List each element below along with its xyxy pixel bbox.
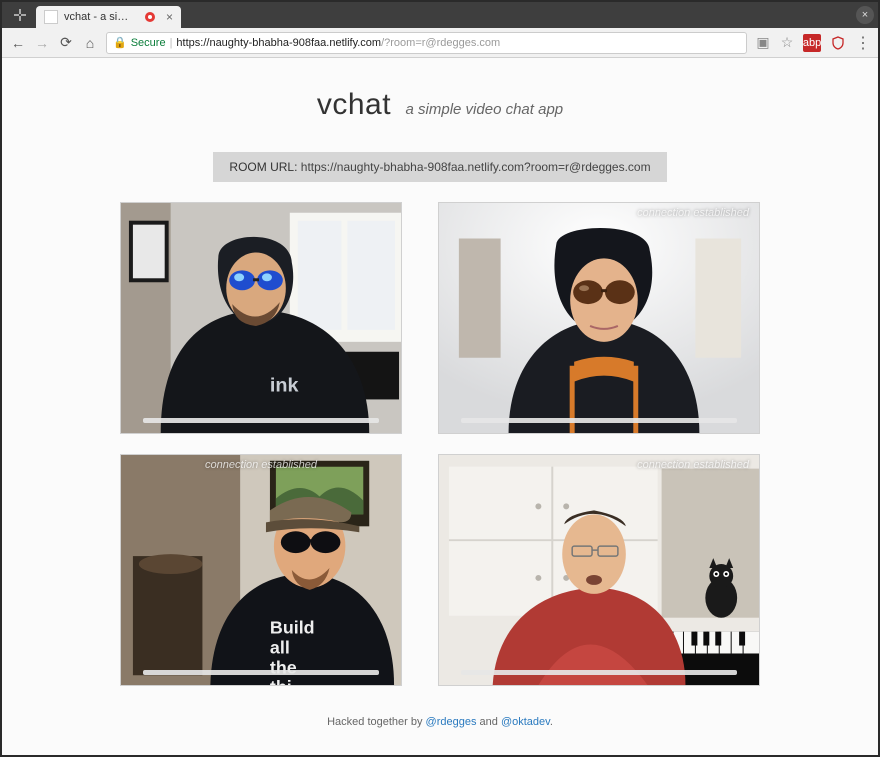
page-content: vchat a simple video chat app ROOM URL: … <box>0 58 880 757</box>
footer: Hacked together by @rdegges and @oktadev… <box>2 716 878 728</box>
connection-status: connection established <box>637 207 749 219</box>
navigation-bar: ← → ⟳ ⌂ 🔒 Secure | https://naughty-bhabh… <box>2 28 878 58</box>
browser-tab[interactable]: vchat - a simple vi… × <box>36 6 181 28</box>
app-tagline: a simple video chat app <box>406 101 564 118</box>
extension-adblock-icon[interactable]: abp <box>803 34 821 52</box>
footer-prefix: Hacked together by <box>327 716 425 728</box>
footer-link-rdegges[interactable]: @rdegges <box>426 716 477 728</box>
video-progress-bar[interactable] <box>143 418 379 423</box>
svg-text:thi: thi <box>270 677 292 685</box>
recording-indicator-icon <box>142 9 158 25</box>
room-url-label: ROOM URL: <box>229 160 297 174</box>
address-bar[interactable]: 🔒 Secure | https://naughty-bhabha-908faa… <box>106 32 747 54</box>
tab-title: vchat - a simple vi… <box>64 11 136 23</box>
window-close-button[interactable]: × <box>856 6 874 24</box>
room-url-bar: ROOM URL: https://naughty-bhabha-908faa.… <box>2 152 878 182</box>
tab-bar: vchat - a simple vi… × × <box>2 2 878 28</box>
footer-link-oktadev[interactable]: @oktadev <box>501 716 550 728</box>
browser-menu-button[interactable]: ⋮ <box>855 33 870 53</box>
svg-text:all: all <box>270 637 290 657</box>
app-logo: vchat <box>317 88 391 121</box>
url-divider: | <box>170 37 173 49</box>
tab-close-button[interactable]: × <box>166 10 173 24</box>
video-tile-2[interactable]: connection established <box>438 202 760 434</box>
room-url-value: https://naughty-bhabha-908faa.netlify.co… <box>301 160 651 174</box>
footer-mid: and <box>476 716 500 728</box>
video-grid: ink <box>2 202 878 698</box>
extension-shield-icon[interactable] <box>829 34 847 52</box>
svg-text:Build: Build <box>270 618 315 638</box>
video-tile-4[interactable]: connection established <box>438 454 760 686</box>
forward-button[interactable]: → <box>34 35 50 51</box>
room-url-box[interactable]: ROOM URL: https://naughty-bhabha-908faa.… <box>213 152 666 182</box>
video-progress-bar[interactable] <box>461 670 737 675</box>
reload-button[interactable]: ⟳ <box>58 34 74 51</box>
home-button[interactable]: ⌂ <box>82 35 98 51</box>
connection-status: connection established <box>205 459 317 471</box>
browser-chrome: vchat - a simple vi… × × ← → ⟳ ⌂ 🔒 Secur… <box>0 0 880 58</box>
bookmark-button[interactable]: ☆ <box>779 34 795 51</box>
svg-text:ink: ink <box>270 374 300 396</box>
video-tile-3[interactable]: Build all the thi connection established <box>120 454 402 686</box>
video-tile-1[interactable]: ink <box>120 202 402 434</box>
secure-label: Secure <box>131 37 166 49</box>
close-icon: × <box>862 9 868 21</box>
camera-permission-icon[interactable]: ▣ <box>755 34 771 51</box>
app-header: vchat a simple video chat app <box>2 88 878 122</box>
back-button[interactable]: ← <box>10 35 26 51</box>
tab-favicon-icon <box>44 10 58 24</box>
video-progress-bar[interactable] <box>461 418 737 423</box>
lock-icon: 🔒 <box>113 36 127 49</box>
video-progress-bar[interactable] <box>143 670 379 675</box>
url-text: https://naughty-bhabha-908faa.netlify.co… <box>176 37 500 49</box>
connection-status: connection established <box>637 459 749 471</box>
footer-suffix: . <box>550 716 553 728</box>
app-pin-icon <box>10 5 30 25</box>
